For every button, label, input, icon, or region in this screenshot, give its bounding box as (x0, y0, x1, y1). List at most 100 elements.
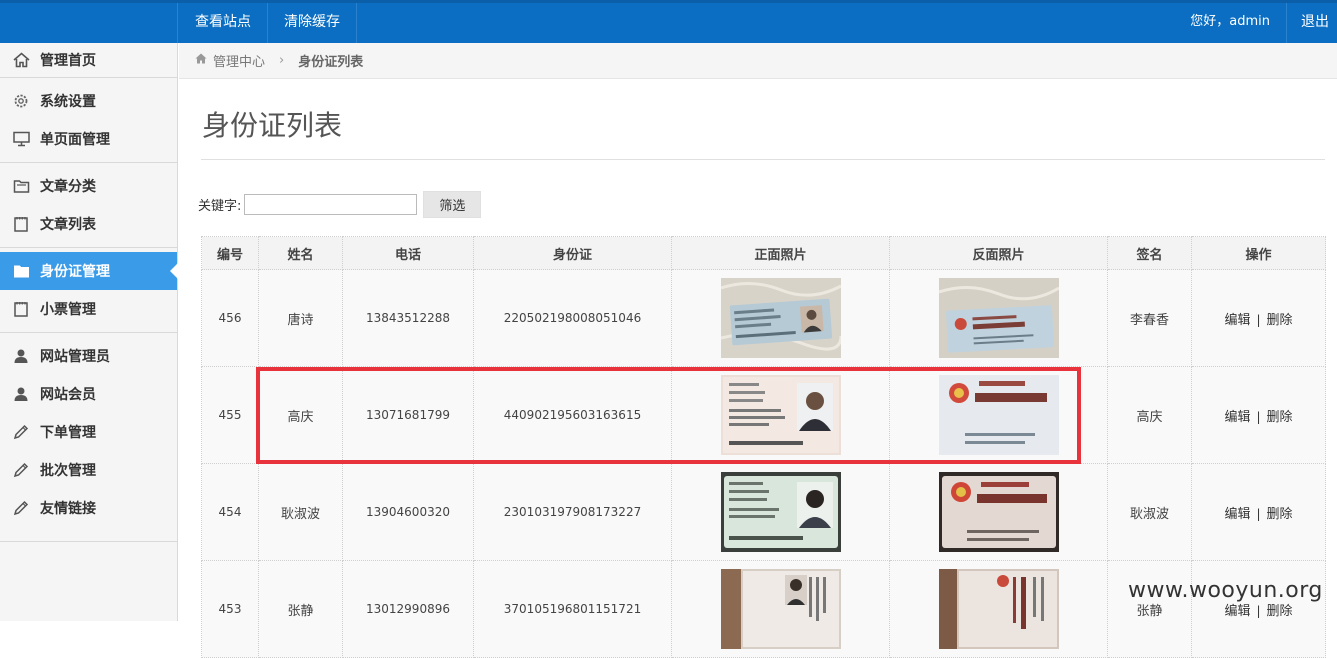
cell-front-photo (671, 560, 890, 658)
user-icon (12, 347, 30, 365)
cell-actions: 编辑 | 删除 (1191, 463, 1326, 561)
separator: | (1256, 603, 1261, 618)
sidebar-item-home[interactable]: 管理首页 (0, 43, 177, 77)
sidebar-item-site-members[interactable]: 网站会员 (0, 375, 177, 413)
watermark: www.wooyun.org (1128, 578, 1323, 603)
sidebar-item-id-card-management[interactable]: 身份证管理 (0, 252, 178, 290)
sidebar-item-orders[interactable]: 下单管理 (0, 413, 177, 451)
delete-link[interactable]: 删除 (1267, 507, 1293, 522)
cell-id-number: 230103197908173227 (473, 463, 672, 561)
id-card-back-image[interactable] (938, 569, 1059, 649)
table-header-row: 编号 姓名 电话 身份证 正面照片 反面照片 签名 操作 (201, 236, 1326, 270)
delete-link[interactable]: 删除 (1267, 410, 1293, 425)
sidebar-item-site-admins[interactable]: 网站管理员 (0, 337, 177, 375)
cell-front-photo (671, 366, 890, 464)
sidebar-item-batches[interactable]: 批次管理 (0, 451, 177, 489)
pencil-icon (12, 423, 30, 441)
folder-icon (12, 177, 30, 195)
cell-signature: 高庆 (1107, 366, 1192, 464)
cell-phone: 13012990896 (342, 560, 474, 658)
keyword-input[interactable] (244, 194, 418, 215)
separator: | (1256, 506, 1261, 521)
id-card-back-image[interactable] (938, 278, 1059, 358)
page-title: 身份证列表 (202, 109, 343, 142)
sidebar-item-receipt-management[interactable]: 小票管理 (0, 290, 177, 328)
column-header-signature: 签名 (1107, 236, 1192, 270)
sidebar-item-article-category[interactable]: 文章分类 (0, 167, 177, 205)
top-right: 您好，admin 退出 (1174, 3, 1337, 43)
separator: | (1256, 312, 1261, 327)
sidebar-item-label: 身份证管理 (40, 264, 110, 280)
cell-id-number: 370105196801151721 (473, 560, 672, 658)
sidebar-item-label: 小票管理 (40, 302, 96, 318)
top-nav: 查看站点 清除缓存 (179, 3, 357, 43)
sidebar-item-label: 系统设置 (40, 94, 96, 110)
table-row: 456 唐诗 13843512288 220502198008051046 李春… (201, 269, 1326, 367)
edit-link[interactable]: 编辑 (1224, 313, 1250, 328)
home-icon (12, 51, 30, 69)
cell-phone: 13071681799 (342, 366, 474, 464)
id-card-front-image[interactable] (720, 472, 841, 552)
notepad-icon (12, 300, 30, 318)
logout-link[interactable]: 退出 (1287, 3, 1337, 43)
sidebar-item-label: 文章列表 (40, 217, 96, 233)
sidebar-item-friend-links[interactable]: 友情链接 (0, 489, 177, 527)
sidebar-item-label: 批次管理 (40, 463, 96, 479)
cell-id: 455 (201, 366, 259, 464)
edit-link[interactable]: 编辑 (1224, 507, 1250, 522)
brand-area (0, 3, 178, 43)
column-header-back-photo: 反面照片 (889, 236, 1108, 270)
keyword-label: 关键字: (198, 199, 242, 214)
cell-id-number: 440902195603163615 (473, 366, 672, 464)
cell-name: 耿淑波 (258, 463, 343, 561)
folder-icon (12, 262, 30, 280)
filter-button[interactable]: 筛选 (423, 191, 482, 218)
filter-bar: 关键字: 筛选 (198, 191, 482, 218)
view-site-link[interactable]: 查看站点 (179, 3, 268, 43)
cell-name: 高庆 (258, 366, 343, 464)
divider (0, 77, 177, 78)
table-row: 455 高庆 13071681799 440902195603163615 高庆… (201, 366, 1326, 464)
delete-link[interactable]: 删除 (1267, 604, 1293, 619)
column-header-id-number: 身份证 (473, 236, 672, 270)
divider (0, 162, 177, 163)
sidebar-item-settings[interactable]: 系统设置 (0, 82, 177, 120)
id-card-back-image[interactable] (938, 472, 1059, 552)
cell-name: 张静 (258, 560, 343, 658)
cell-phone: 13843512288 (342, 269, 474, 367)
sidebar-item-label: 友情链接 (40, 501, 96, 517)
sidebar-item-article-list[interactable]: 文章列表 (0, 205, 177, 243)
sidebar-item-label: 文章分类 (40, 179, 96, 195)
column-header-phone: 电话 (342, 236, 474, 270)
id-card-back-image[interactable] (938, 375, 1059, 455)
breadcrumb-root[interactable]: 管理中心 (213, 51, 265, 70)
top-bar: 查看站点 清除缓存 您好，admin 退出 (0, 0, 1337, 43)
breadcrumb-current: 身份证列表 (298, 55, 364, 70)
user-greeting: 您好，admin (1174, 3, 1287, 43)
divider (0, 332, 177, 333)
cell-id-number: 220502198008051046 (473, 269, 672, 367)
table-row: 453 张静 13012990896 370105196801151721 张静… (201, 560, 1326, 658)
pencil-icon (12, 499, 30, 517)
edit-link[interactable]: 编辑 (1224, 604, 1250, 619)
breadcrumb: 管理中心 › 身份证列表 (179, 43, 1337, 79)
cell-id: 456 (201, 269, 259, 367)
edit-link[interactable]: 编辑 (1224, 410, 1250, 425)
sidebar-item-label: 单页面管理 (40, 132, 110, 148)
cell-back-photo (889, 366, 1108, 464)
monitor-icon (12, 130, 30, 148)
id-card-front-image[interactable] (720, 278, 841, 358)
cell-phone: 13904600320 (342, 463, 474, 561)
sidebar-item-pages[interactable]: 单页面管理 (0, 120, 177, 158)
delete-link[interactable]: 删除 (1267, 313, 1293, 328)
table-row: 454 耿淑波 13904600320 230103197908173227 耿… (201, 463, 1326, 561)
id-card-front-image[interactable] (720, 375, 841, 455)
id-card-front-image[interactable] (720, 569, 841, 649)
clear-cache-link[interactable]: 清除缓存 (268, 3, 357, 43)
sidebar-item-label: 管理首页 (40, 53, 96, 69)
pencil-icon (12, 461, 30, 479)
column-header-front-photo: 正面照片 (671, 236, 890, 270)
cell-signature: 李春香 (1107, 269, 1192, 367)
cell-back-photo (889, 269, 1108, 367)
cell-name: 唐诗 (258, 269, 343, 367)
